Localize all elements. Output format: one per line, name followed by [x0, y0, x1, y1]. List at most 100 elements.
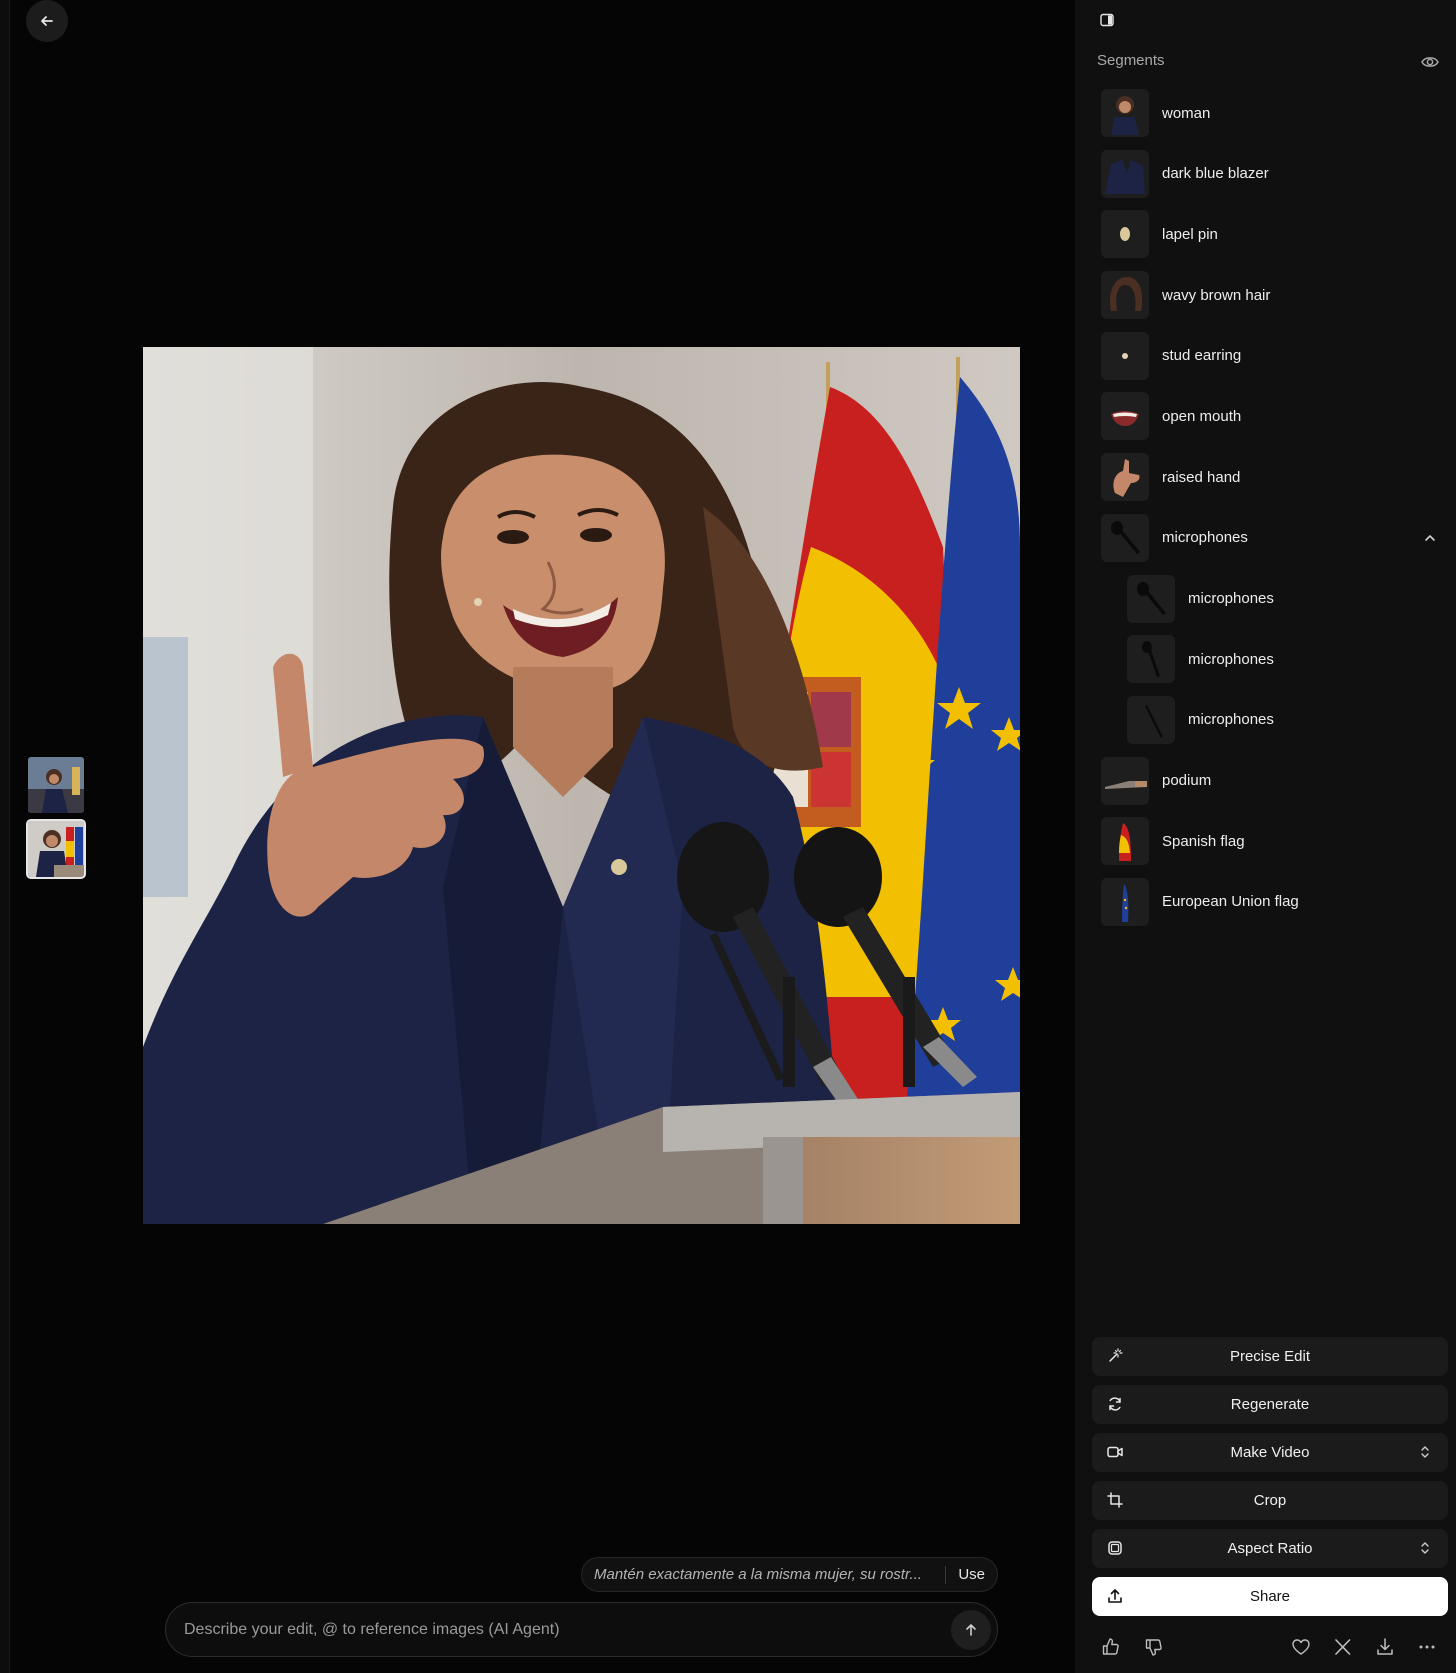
segment-woman[interactable]: woman [1101, 89, 1440, 137]
segment-label: microphones [1188, 650, 1274, 668]
segment-label: dark blue blazer [1162, 165, 1269, 183]
segment-label: stud earring [1162, 347, 1242, 365]
segment-european-union-flag[interactable]: European Union flag [1101, 877, 1440, 926]
segment-wavy-brown-hair[interactable]: wavy brown hair [1101, 271, 1440, 320]
sidebar-toggle-button[interactable] [1097, 10, 1117, 30]
segment-thumbnail [1101, 89, 1149, 137]
thumbs-down-icon [1145, 1639, 1162, 1656]
suggestion-text: Mantén exactamente a la misma mujer, su … [594, 1566, 922, 1583]
arrow-left-icon [41, 16, 53, 26]
action-buttons: Precise Edit Regenerate Make Video Crop … [1092, 1337, 1448, 1625]
heart-icon [1292, 1639, 1310, 1655]
segment-label: raised hand [1162, 468, 1241, 486]
regenerate-button[interactable]: Regenerate [1092, 1385, 1448, 1424]
segment-thumbnail [1127, 695, 1175, 744]
left-edge-strip [0, 0, 10, 1673]
edit-prompt-input[interactable] [184, 1620, 951, 1639]
more-options-button[interactable] [1416, 1636, 1438, 1658]
feedback-toolbar [1075, 1636, 1456, 1662]
magic-wand-icon [1109, 1348, 1123, 1362]
segment-thumbnail [1101, 210, 1149, 259]
refresh-icon [1109, 1397, 1121, 1411]
precise-edit-label: Precise Edit [1229, 1348, 1311, 1365]
video-camera-icon [1107, 1446, 1123, 1458]
precise-edit-button[interactable]: Precise Edit [1092, 1337, 1448, 1376]
segment-thumbnail [1101, 756, 1149, 805]
chevron-up-down-icon [1421, 1542, 1429, 1554]
segment-microphones-2[interactable]: microphones [1101, 635, 1440, 684]
aspect-ratio-label: Aspect Ratio [1227, 1540, 1313, 1557]
segment-thumbnail [1127, 574, 1175, 623]
segment-thumbnail [1101, 331, 1149, 380]
share-x-button[interactable] [1332, 1636, 1354, 1658]
thumbnail-2[interactable] [26, 819, 86, 879]
segment-thumbnail [1101, 392, 1149, 441]
send-button[interactable] [951, 1609, 991, 1650]
generated-image [143, 347, 1020, 1224]
chevron-up-down-icon [1421, 1446, 1429, 1458]
segment-thumbnail [1101, 817, 1149, 866]
chevron-up-icon [1425, 535, 1435, 541]
share-label: Share [1249, 1588, 1291, 1605]
segment-microphones-3[interactable]: microphones [1101, 695, 1440, 744]
visibility-toggle[interactable] [1420, 52, 1440, 72]
segment-label: wavy brown hair [1162, 286, 1271, 304]
crop-icon [1107, 1492, 1123, 1508]
segment-thumbnail [1101, 513, 1149, 562]
aspect-ratio-button[interactable]: Aspect Ratio [1092, 1529, 1448, 1568]
segment-dark-blue-blazer[interactable]: dark blue blazer [1101, 149, 1440, 198]
segment-label: microphones [1188, 590, 1274, 607]
app-root: Mantén exactamente a la misma mujer, su … [0, 0, 1456, 1673]
segment-thumbnail [1101, 271, 1149, 320]
segment-label: European Union flag [1162, 893, 1299, 911]
segment-label: lapel pin [1162, 225, 1218, 243]
prompt-suggestion: Mantén exactamente a la misma mujer, su … [581, 1557, 998, 1592]
segment-thumbnail [1101, 453, 1149, 502]
use-suggestion-button[interactable]: Use [958, 1566, 985, 1583]
back-button[interactable] [26, 0, 68, 42]
segment-microphones[interactable]: microphones [1101, 513, 1440, 562]
thumbs-up-button[interactable] [1100, 1636, 1122, 1658]
collapse-button[interactable] [1420, 528, 1440, 548]
segment-label: Spanish flag [1162, 832, 1245, 850]
segment-spanish-flag[interactable]: Spanish flag [1101, 817, 1440, 866]
aspect-ratio-icon [1108, 1541, 1122, 1555]
segment-label: microphones [1188, 711, 1274, 729]
segments-header: Segments [1097, 52, 1165, 69]
regenerate-label: Regenerate [1230, 1396, 1310, 1413]
segment-podium[interactable]: podium [1101, 756, 1440, 805]
segments-panel: Segments woman dark blue blazer lapel pi… [1075, 0, 1456, 1673]
thumbnail-1[interactable] [28, 757, 84, 813]
edit-prompt-bar [165, 1602, 998, 1657]
segment-label: woman [1162, 104, 1211, 122]
share-button[interactable]: Share [1092, 1577, 1448, 1616]
segment-stud-earring[interactable]: stud earring [1101, 331, 1440, 380]
thumbs-down-button[interactable] [1143, 1636, 1165, 1658]
segment-open-mouth[interactable]: open mouth [1101, 392, 1440, 441]
image-thumbnails [26, 757, 86, 879]
crop-label: Crop [1253, 1492, 1287, 1509]
segment-lapel-pin[interactable]: lapel pin [1101, 210, 1440, 259]
arrow-up-icon [966, 1623, 976, 1636]
download-icon [1377, 1638, 1393, 1655]
upload-share-icon [1108, 1589, 1122, 1603]
make-video-label: Make Video [1230, 1444, 1310, 1461]
segment-microphones-1[interactable]: microphones [1101, 574, 1440, 623]
favorite-button[interactable] [1290, 1636, 1312, 1658]
thumbs-up-icon [1102, 1638, 1119, 1655]
download-button[interactable] [1374, 1636, 1396, 1658]
segment-label: open mouth [1162, 407, 1242, 425]
sidebar-toggle-icon [1100, 13, 1114, 27]
segment-raised-hand[interactable]: raised hand [1101, 453, 1440, 502]
make-video-button[interactable]: Make Video [1092, 1433, 1448, 1472]
more-horizontal-icon [1419, 1645, 1435, 1649]
segment-thumbnail [1101, 149, 1149, 198]
segment-label: podium [1162, 772, 1212, 790]
segments-list: woman dark blue blazer lapel pin wavy br… [1101, 89, 1440, 939]
suggestion-divider [945, 1565, 947, 1584]
segment-thumbnail [1127, 635, 1175, 684]
crop-button[interactable]: Crop [1092, 1481, 1448, 1520]
eye-icon [1421, 57, 1439, 67]
segment-label: microphones [1162, 529, 1248, 547]
segment-thumbnail [1101, 877, 1149, 926]
